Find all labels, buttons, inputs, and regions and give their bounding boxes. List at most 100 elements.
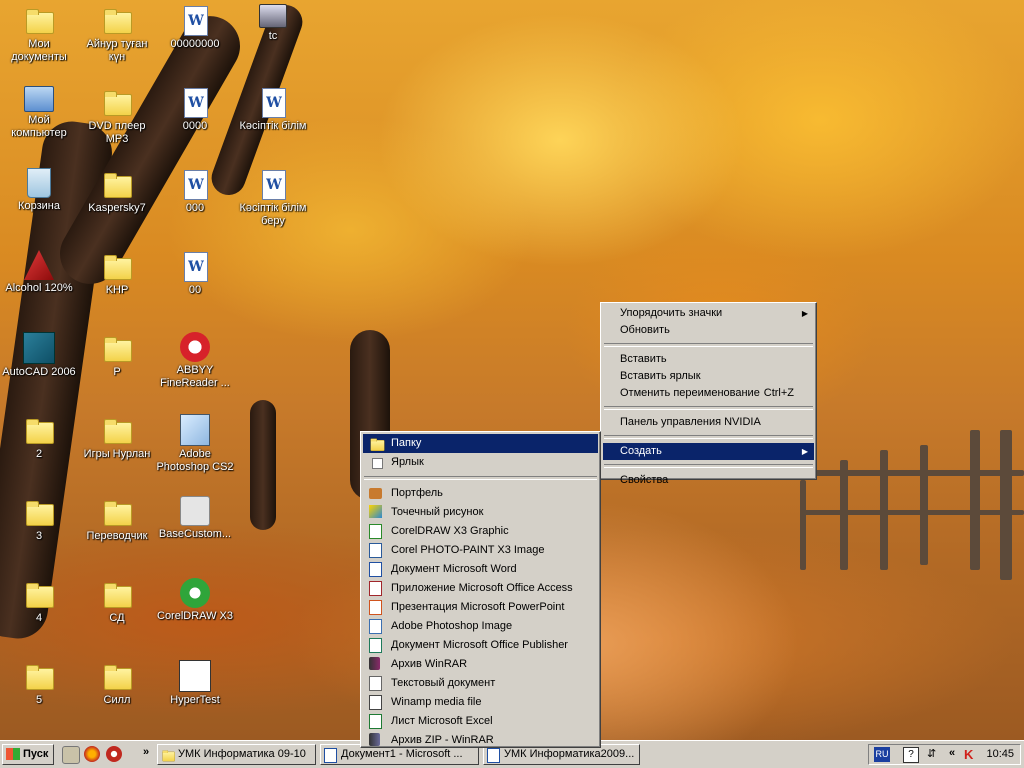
new-briefcase-item[interactable]: Портфель — [363, 484, 598, 503]
new-text-document-item[interactable]: Текстовый документ — [363, 674, 598, 693]
desktop-icon-basecustom[interactable]: BaseCustom... — [156, 496, 234, 541]
new-photopaint-item[interactable]: Corel PHOTO-PAINT X3 Image — [363, 541, 598, 560]
desktop-icon-folder-ainur[interactable]: Айнур туған күн — [78, 4, 156, 64]
menu-item-refresh[interactable]: Обновить — [603, 322, 814, 339]
word-document-icon — [179, 168, 211, 200]
desktop-icon-tc[interactable]: tc — [234, 4, 312, 43]
fence-rail — [800, 470, 1024, 476]
menu-item-label: Документ Microsoft Office Publisher — [391, 639, 568, 651]
new-shortcut-item[interactable]: Ярлык — [363, 453, 598, 472]
desktop-icon-alcohol[interactable]: Alcohol 120% — [0, 250, 78, 295]
word-document-icon — [257, 168, 289, 200]
network-icon[interactable]: ⇵ — [927, 747, 937, 761]
new-winamp-item[interactable]: Winamp media file — [363, 693, 598, 712]
fence-post — [840, 460, 848, 570]
new-publisher-item[interactable]: Документ Microsoft Office Publisher — [363, 636, 598, 655]
tray-expand-icon[interactable]: « — [949, 747, 955, 759]
menu-item-undo-rename[interactable]: Отменить переименование Ctrl+Z — [603, 385, 814, 402]
desktop-icon-autocad[interactable]: AutoCAD 2006 — [0, 332, 78, 379]
desktop-icon-hypertest[interactable]: HyperTest — [156, 660, 234, 707]
desktop-icon-folder-2[interactable]: 2 — [0, 414, 78, 461]
menu-separator — [364, 476, 597, 480]
menu-item-properties[interactable]: Свойства — [603, 472, 814, 489]
menu-item-new[interactable]: Создать ▶ — [603, 443, 814, 460]
quick-launch-more-icon[interactable]: » — [143, 746, 149, 758]
folder-icon — [101, 578, 133, 610]
desktop-icon-label: Кәсіптік білім — [239, 120, 307, 132]
new-excel-item[interactable]: Лист Microsoft Excel — [363, 712, 598, 731]
desktop-icon-label: CorelDRAW X3 — [157, 610, 233, 622]
total-commander-icon — [259, 4, 287, 28]
desktop-icon-my-computer[interactable]: Мой компьютер — [0, 86, 78, 140]
menu-item-label: Winamp media file — [391, 696, 482, 708]
desktop-icon-folder-4[interactable]: 4 — [0, 578, 78, 625]
powerpoint-file-icon — [369, 600, 382, 615]
new-zip-item[interactable]: Архив ZIP - WinRAR — [363, 731, 598, 750]
desktop-icon-label: Мой компьютер — [11, 114, 67, 139]
new-photoshop-item[interactable]: Adobe Photoshop Image — [363, 617, 598, 636]
media-player-icon[interactable] — [106, 746, 122, 762]
desktop-icon-doc-00[interactable]: 00 — [156, 250, 234, 297]
desktop-icon-folder-sd[interactable]: СД — [78, 578, 156, 625]
menu-item-label: Папку — [391, 437, 422, 449]
menu-item-paste[interactable]: Вставить — [603, 351, 814, 368]
show-desktop-icon[interactable] — [62, 746, 80, 764]
language-indicator[interactable]: RU — [874, 747, 890, 762]
new-folder-item[interactable]: Папку — [363, 434, 598, 453]
desktop-icon-label: 5 — [35, 694, 43, 706]
new-word-document-item[interactable]: Документ Microsoft Word — [363, 560, 598, 579]
desktop-icon-folder-translator[interactable]: Переводчик — [78, 496, 156, 543]
desktop-icon-doc-kasiptik-bilim-beru[interactable]: Кәсіптік білім беру — [234, 168, 312, 228]
menu-item-arrange-icons[interactable]: Упорядочить значки ▶ — [603, 305, 814, 322]
desktop-icon-my-documents[interactable]: Мои документы — [0, 4, 78, 64]
new-winrar-item[interactable]: Архив WinRAR — [363, 655, 598, 674]
menu-item-label: Приложение Microsoft Office Access — [391, 582, 573, 594]
desktop-icon-coreldraw[interactable]: CorelDRAW X3 — [156, 578, 234, 623]
desktop-icon-folder-games[interactable]: Игры Нурлан — [78, 414, 156, 461]
desktop-icon-folder-dvd[interactable]: DVD плеер MP3 — [78, 86, 156, 146]
menu-item-label: Adobe Photoshop Image — [391, 620, 513, 632]
hypertest-app-icon — [179, 660, 211, 692]
menu-item-nvidia-control-panel[interactable]: Панель управления NVIDIA — [603, 414, 814, 431]
fence-rail — [800, 510, 1024, 515]
desktop-icon-folder-kaspersky[interactable]: Kaspersky7 — [78, 168, 156, 215]
desktop-icon-label: 2 — [35, 448, 43, 460]
word-document-icon — [257, 86, 289, 118]
desktop-icon-abbyy[interactable]: ABBYY FineReader ... — [156, 332, 234, 390]
desktop-icon-recycle-bin[interactable]: Корзина — [0, 168, 78, 213]
folder-icon — [161, 748, 175, 762]
new-powerpoint-item[interactable]: Презентация Microsoft PowerPoint — [363, 598, 598, 617]
desktop-icon-label: 3 — [35, 530, 43, 542]
start-button[interactable]: Пуск — [2, 744, 54, 765]
folder-icon — [23, 4, 55, 36]
desktop-icon-doc-0000[interactable]: 0000 — [156, 86, 234, 133]
browser-icon[interactable] — [84, 746, 100, 762]
desktop-icon-folder-5[interactable]: 5 — [0, 660, 78, 707]
desktop-icon-doc-kasiptik-bilim[interactable]: Кәсіптік білім — [234, 86, 312, 133]
desktop-icon-folder-sill[interactable]: Силл — [78, 660, 156, 707]
new-coreldraw-item[interactable]: CorelDRAW X3 Graphic — [363, 522, 598, 541]
desktop-icon-label: BaseCustom... — [158, 528, 232, 540]
desktop-icon-label: 000 — [185, 202, 205, 214]
help-icon[interactable]: ? — [903, 747, 919, 763]
clock[interactable]: 10:45 — [986, 745, 1014, 764]
desktop-icon-photoshop[interactable]: Adobe Photoshop CS2 — [156, 414, 234, 474]
desktop-icon-label: KHP — [105, 284, 129, 296]
desktop-icon-folder-3[interactable]: 3 — [0, 496, 78, 543]
excel-file-icon — [369, 714, 382, 729]
new-access-item[interactable]: Приложение Microsoft Office Access — [363, 579, 598, 598]
abbyy-finereader-icon — [180, 332, 210, 362]
new-bitmap-item[interactable]: Точечный рисунок — [363, 503, 598, 522]
desktop-icon-doc-000[interactable]: 000 — [156, 168, 234, 215]
desktop-icon-doc-00000000[interactable]: 00000000 — [156, 4, 234, 51]
menu-item-paste-shortcut[interactable]: Вставить ярлык — [603, 368, 814, 385]
taskbar-window-umk-folder[interactable]: УМК Информатика 09-10 — [157, 744, 316, 765]
desktop-icon-label: Мои документы — [11, 38, 67, 63]
desktop-icon-label: Alcohol 120% — [5, 282, 73, 294]
desktop-icon-folder-p[interactable]: P — [78, 332, 156, 379]
kaspersky-icon[interactable]: K — [964, 747, 973, 762]
menu-item-label: Лист Microsoft Excel — [391, 715, 493, 727]
desktop-icon-folder-khp[interactable]: KHP — [78, 250, 156, 297]
menu-item-label: Свойства — [620, 474, 669, 486]
word-document-icon — [179, 4, 211, 36]
